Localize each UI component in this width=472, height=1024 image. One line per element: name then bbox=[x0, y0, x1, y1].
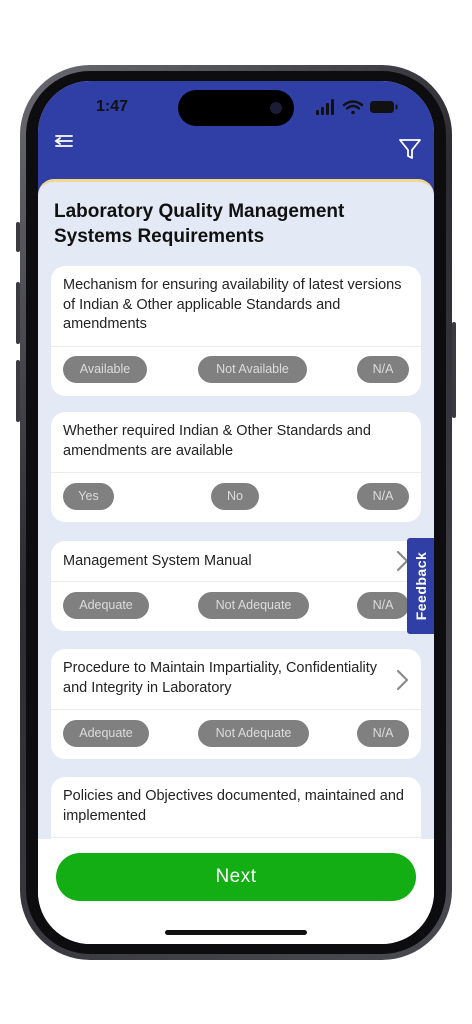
question-card: Whether required Indian & Other Standard… bbox=[51, 412, 421, 522]
action-button bbox=[16, 222, 20, 252]
footer: Next bbox=[38, 839, 434, 944]
question-text: Whether required Indian & Other Standard… bbox=[63, 423, 371, 459]
app-screen: 1:47 Laboratory Quality Management Syste… bbox=[38, 81, 434, 944]
option-not-adequate-button[interactable]: Not Adequate bbox=[198, 720, 309, 747]
status-icons bbox=[316, 99, 398, 115]
question-card: Policies and Objectives documented, main… bbox=[51, 777, 421, 839]
question-text: Policies and Objectives documented, main… bbox=[63, 788, 404, 824]
option-not-available-button[interactable]: Not Available bbox=[198, 356, 307, 383]
option-not-adequate-button[interactable]: Not Adequate bbox=[198, 592, 309, 619]
cellular-signal-icon bbox=[316, 99, 334, 115]
status-time: 1:47 bbox=[96, 98, 129, 115]
content-panel: Laboratory Quality Management Systems Re… bbox=[38, 179, 434, 839]
card-divider bbox=[51, 346, 421, 347]
option-na-button[interactable]: N/A bbox=[357, 592, 409, 619]
option-na-button[interactable]: N/A bbox=[357, 483, 409, 510]
option-no-button[interactable]: No bbox=[211, 483, 259, 510]
chevron-right-icon[interactable] bbox=[395, 669, 409, 691]
volume-up-button bbox=[16, 282, 20, 344]
option-adequate-button[interactable]: Adequate bbox=[63, 592, 149, 619]
filter-icon[interactable] bbox=[398, 137, 422, 161]
page-title: Laboratory Quality Management Systems Re… bbox=[54, 201, 345, 247]
next-button[interactable]: Next bbox=[56, 853, 416, 901]
option-adequate-button[interactable]: Adequate bbox=[63, 720, 149, 747]
camera-icon bbox=[270, 102, 282, 114]
question-card: Mechanism for ensuring availability of l… bbox=[51, 266, 421, 396]
question-text: Management System Manual bbox=[63, 553, 252, 569]
card-divider bbox=[51, 581, 421, 582]
card-divider bbox=[51, 837, 421, 838]
dynamic-island bbox=[178, 90, 294, 126]
battery-icon bbox=[370, 101, 398, 113]
question-card: Procedure to Maintain Impartiality, Conf… bbox=[51, 649, 421, 759]
card-divider bbox=[51, 709, 421, 710]
feedback-tab[interactable]: Feedback bbox=[407, 538, 434, 634]
question-text: Mechanism for ensuring availability of l… bbox=[63, 277, 402, 332]
question-card: Management System Manual Adequate Not Ad… bbox=[51, 541, 421, 631]
option-available-button[interactable]: Available bbox=[63, 356, 147, 383]
volume-down-button bbox=[16, 360, 20, 422]
option-yes-button[interactable]: Yes bbox=[63, 483, 114, 510]
card-divider bbox=[51, 472, 421, 473]
feedback-label: Feedback bbox=[412, 551, 429, 621]
home-indicator[interactable] bbox=[165, 930, 307, 935]
option-na-button[interactable]: N/A bbox=[357, 720, 409, 747]
menu-back-icon[interactable] bbox=[54, 133, 76, 149]
option-na-button[interactable]: N/A bbox=[357, 356, 409, 383]
wifi-icon bbox=[342, 100, 364, 115]
power-button bbox=[452, 322, 456, 418]
question-text: Procedure to Maintain Impartiality, Conf… bbox=[63, 660, 378, 696]
